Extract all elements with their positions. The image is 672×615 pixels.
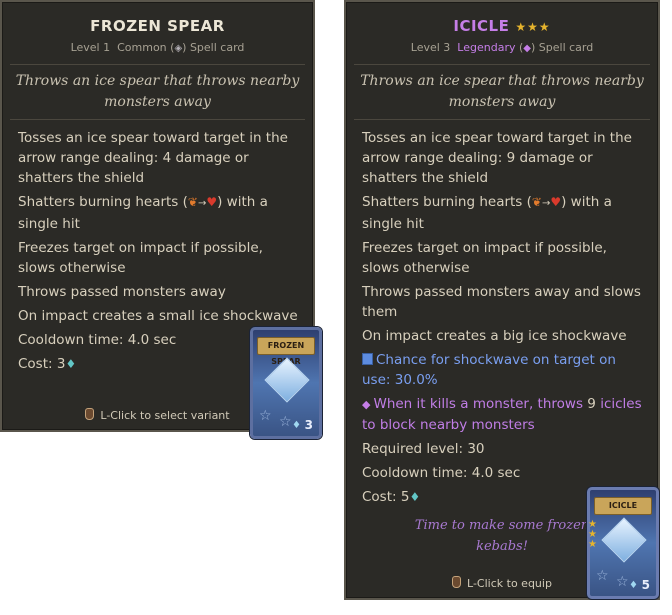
legendary-gem-icon: ◆ — [362, 398, 371, 411]
throw-line: Throws passed monsters away and slows th… — [362, 284, 641, 320]
card-subtitle: Level 1 Common (◈) Spell card — [70, 41, 245, 54]
star-icon: ☆ — [596, 568, 609, 584]
rarity-label: Legendary — [457, 41, 516, 54]
card-art-banner: FROZEN SPEAR — [257, 337, 315, 366]
icicle-kill-text-a: When it kills a monster, throws — [373, 396, 583, 412]
legendary-gem-icon: ◆ — [523, 43, 531, 54]
common-gem-icon: ◈ — [174, 43, 183, 54]
hearts-line-pre: Shatters burning hearts ( — [18, 194, 188, 210]
rarity-stars-icon: ★★★ — [588, 519, 597, 550]
shockwave-line: On impact creates a small ice shockwave — [18, 308, 298, 324]
shockwave-chance-line: Chance for shockwave on target on use: 3… — [362, 350, 648, 390]
card-subtitle: Level 3 Legendary (◆) Spell card — [410, 41, 594, 54]
star-icon: ☆ — [616, 574, 629, 590]
cost-label: Cost: 5 — [362, 489, 410, 505]
burning-heart-icon: ❦ — [187, 195, 198, 209]
card-art-banner: ICICLE — [594, 497, 652, 515]
heart-icon: ♥ — [550, 195, 562, 209]
damage-line: Tosses an ice spear toward target in the… — [362, 130, 632, 186]
arrow-icon: → — [541, 198, 551, 209]
heart-icon: ♥ — [206, 195, 218, 209]
card-title: ICICLE — [453, 17, 510, 35]
card-title-row: ICICLE ★★★ — [346, 16, 658, 36]
burning-heart-icon: ❦ — [531, 195, 542, 209]
mouse-left-click-icon — [85, 408, 95, 420]
card-art-icicle[interactable]: ICICLE ★ ★ ★ ☆ ☆ ♦ 5 — [587, 487, 659, 599]
shockwave-line: On impact creates a big ice shockwave — [362, 328, 627, 344]
freeze-line: Freezes target on impact if possible, sl… — [18, 240, 263, 276]
mouse-left-click-icon — [452, 576, 462, 588]
description: Throws an ice spear that throws nearby m… — [360, 73, 644, 110]
card-art-cost: 3 — [304, 418, 313, 432]
shockwave-chance-text: Chance for shockwave on target on use: 3… — [362, 352, 616, 388]
level-label: Level 1 — [70, 41, 111, 54]
description: Throws an ice spear that throws nearby m… — [15, 73, 300, 110]
hearts-line: Shatters burning hearts (❦→♥) with a sin… — [362, 192, 648, 234]
freeze-line: Freezes target on impact if possible, sl… — [362, 240, 607, 276]
rarity-label: Common — [117, 41, 167, 54]
star-icon: ☆ — [259, 408, 272, 424]
cooldown-line: Cooldown time: 4.0 sec — [362, 465, 521, 481]
mana-crystal-icon: ♦ — [65, 357, 77, 371]
card-title: FROZEN SPEAR — [90, 17, 225, 35]
type-label: Spell card — [538, 41, 594, 54]
dice-icon — [362, 353, 373, 365]
mana-crystal-icon: ♦ — [629, 580, 638, 591]
level-label: Level 3 — [410, 41, 451, 54]
hearts-line: Shatters burning hearts (❦→♥) with a sin… — [18, 192, 303, 234]
throw-line: Throws passed monsters away — [18, 284, 226, 300]
icicle-kill-line: ◆ When it kills a monster, throws 9 icicl… — [362, 394, 648, 435]
type-label: Spell card — [189, 41, 245, 54]
damage-line: Tosses an ice spear toward target in the… — [18, 130, 288, 186]
cost-label: Cost: 3 — [18, 356, 66, 372]
mana-crystal-icon: ♦ — [292, 420, 301, 431]
rarity-stars-icon: ★★★ — [515, 20, 551, 34]
footer-text: L-Click to equip — [467, 577, 552, 590]
mana-crystal-icon: ♦ — [409, 490, 421, 504]
star-icon: ☆ — [279, 414, 292, 430]
hearts-line-pre: Shatters burning hearts ( — [362, 194, 532, 210]
arrow-icon: → — [197, 198, 207, 209]
card-art-frozen-spear[interactable]: FROZEN SPEAR ☆ ☆ ♦ 3 — [250, 327, 322, 439]
icicle-count: 9 — [587, 396, 596, 412]
footer-text: L-Click to select variant — [100, 409, 230, 422]
required-level-line: Required level: 30 — [362, 441, 485, 457]
ice-crystal-icon — [601, 517, 647, 563]
card-art-cost: 5 — [641, 578, 650, 592]
